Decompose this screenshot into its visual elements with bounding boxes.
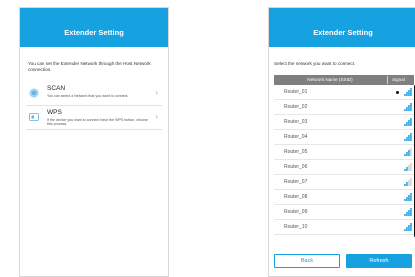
signal-bar <box>404 124 406 126</box>
network-row[interactable]: Router_09 <box>274 205 414 220</box>
scan-option-description: You can select a Network that you want t… <box>47 94 129 98</box>
signal-bar <box>406 212 408 216</box>
signal-bar <box>408 225 410 231</box>
column-header-ssid: Network Name (SSID) <box>307 77 353 82</box>
signal-bar <box>410 133 412 141</box>
network-ssid: Router_04 <box>284 134 308 140</box>
signal-bar <box>410 208 412 216</box>
signal-strength-icon <box>404 133 412 141</box>
right-content-panel: Select the network you want to connect. … <box>269 47 415 276</box>
signal-bar <box>406 167 408 171</box>
signal-bar <box>404 94 406 96</box>
network-row[interactable]: Router_06 <box>274 160 414 175</box>
signal-bar <box>408 150 410 156</box>
signal-bar <box>408 105 410 111</box>
signal-strength-icon <box>404 223 412 231</box>
signal-strength-icon <box>404 193 412 201</box>
signal-strength-icon <box>404 103 412 111</box>
extender-setting-screen-mode: Extender Setting You can set the Extende… <box>19 7 169 277</box>
signal-bar <box>408 180 410 186</box>
left-content-panel: You can set the Extender Network through… <box>20 47 168 276</box>
refresh-button[interactable]: Refresh <box>346 254 412 268</box>
wps-icon <box>29 113 39 121</box>
signal-bar <box>406 182 408 186</box>
network-ssid: Router_08 <box>284 194 308 200</box>
signal-bar <box>404 214 406 216</box>
signal-bar <box>408 165 410 171</box>
chevron-right-icon: › <box>155 88 158 97</box>
signal-bar <box>404 154 406 156</box>
signal-bar <box>410 88 412 96</box>
signal-bar <box>408 195 410 201</box>
signal-bar <box>410 103 412 111</box>
signal-bar <box>410 193 412 201</box>
network-ssid: Router_06 <box>284 164 308 170</box>
signal-bar <box>406 122 408 126</box>
network-row[interactable]: Router_05 <box>274 145 414 160</box>
signal-bar <box>406 197 408 201</box>
left-header-title: Extender Setting <box>20 8 168 47</box>
wps-option-description: If the device you want to connect have t… <box>47 118 148 127</box>
signal-strength-icon <box>404 208 412 216</box>
network-ssid: Router_10 <box>284 224 308 230</box>
signal-strength-icon <box>404 118 412 126</box>
signal-strength-icon <box>404 148 412 156</box>
network-ssid: Router_05 <box>284 149 308 155</box>
signal-bar <box>408 90 410 96</box>
wps-option-title: WPS <box>47 109 62 116</box>
network-row[interactable]: Router_04 <box>274 130 414 145</box>
intro-text: You can set the Extender Network through… <box>28 61 151 72</box>
signal-bar <box>404 109 406 111</box>
signal-bar <box>410 178 412 186</box>
column-header-signal: Signal <box>392 77 405 82</box>
network-ssid: Router_01 <box>284 89 308 95</box>
chevron-right-icon: › <box>155 112 158 121</box>
network-row[interactable]: Router_02 <box>274 100 414 115</box>
signal-bar <box>408 135 410 141</box>
network-list[interactable]: Router_01 Router_02 Router_03 Router_04 Rout… <box>274 85 414 237</box>
extender-setting-screen-network-list: Extender Setting Select the network you … <box>268 7 415 277</box>
signal-strength-icon <box>404 178 412 186</box>
signal-strength-icon <box>404 88 412 96</box>
scan-option-title: SCAN <box>47 85 66 92</box>
signal-bar <box>404 139 406 141</box>
network-row[interactable]: Router_08 <box>274 190 414 205</box>
signal-bar <box>410 118 412 126</box>
network-table-header: Network Name (SSID) Signal <box>274 75 414 85</box>
signal-bar <box>404 184 406 186</box>
signal-strength-icon <box>404 163 412 171</box>
back-button[interactable]: Back <box>274 254 340 268</box>
signal-bar <box>408 120 410 126</box>
column-divider <box>387 76 388 84</box>
signal-bar <box>410 148 412 156</box>
signal-bar <box>410 163 412 171</box>
signal-bar <box>404 199 406 201</box>
signal-bar <box>406 152 408 156</box>
network-ssid: Router_03 <box>284 119 308 125</box>
network-row[interactable]: Router_07 <box>274 175 414 190</box>
network-row[interactable]: Router_10 <box>274 220 414 235</box>
network-row[interactable]: Router_03 <box>274 115 414 130</box>
lock-icon <box>396 91 399 94</box>
signal-bar <box>406 107 408 111</box>
network-row[interactable]: Router_01 <box>274 85 414 100</box>
network-ssid: Router_02 <box>284 104 308 110</box>
action-buttons: Back Refresh <box>269 254 415 276</box>
signal-bar <box>410 223 412 231</box>
select-network-prompt: Select the network you want to connect. <box>274 61 356 66</box>
right-header-title: Extender Setting <box>269 8 415 47</box>
signal-bar <box>408 210 410 216</box>
signal-bar <box>406 92 408 96</box>
wps-option[interactable]: WPS If the device you want to connect ha… <box>26 105 162 130</box>
network-ssid: Router_09 <box>284 209 308 215</box>
scan-icon <box>29 88 39 98</box>
signal-bar <box>406 137 408 141</box>
network-ssid: Router_07 <box>284 179 308 185</box>
signal-bar <box>404 169 406 171</box>
scan-option[interactable]: SCAN You can select a Network that you w… <box>26 81 162 106</box>
signal-bar <box>406 227 408 231</box>
signal-bar <box>404 229 406 231</box>
